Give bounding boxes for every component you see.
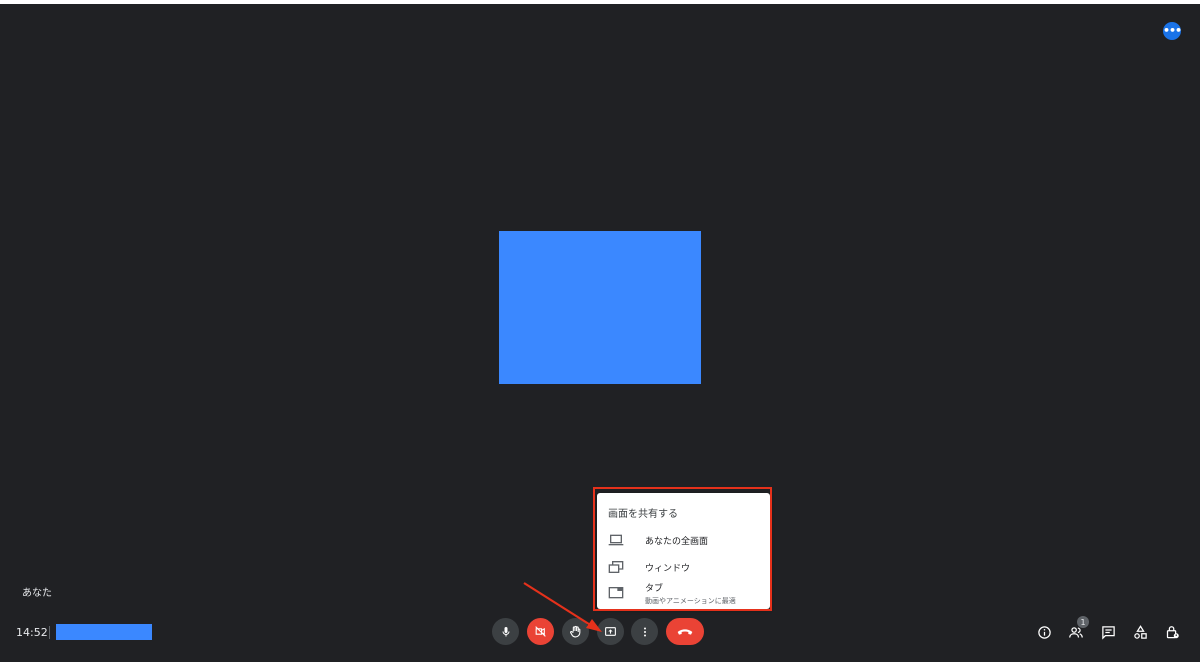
info-icon [1037,625,1051,639]
present-screen-button[interactable] [597,618,624,645]
meeting-code-redacted [56,624,152,640]
leave-call-button[interactable] [666,618,704,645]
meeting-time: 14:52 [16,626,48,639]
participant-name-label: あなた [22,588,52,599]
host-controls-button[interactable] [1162,622,1182,642]
camera-off-icon [535,626,546,637]
chat-button[interactable] [1098,622,1118,642]
activities-button[interactable] [1130,622,1150,642]
microphone-icon [502,626,509,636]
shapes-icon [1133,624,1147,639]
people-count-badge: 1 [1077,616,1089,628]
present-screen-icon [605,627,616,636]
hang-up-icon [677,628,693,635]
meeting-details-button[interactable] [1034,622,1054,642]
raise-hand-button[interactable] [562,618,589,645]
chat-icon [1101,625,1115,640]
more-actions-button[interactable] [631,618,658,645]
footer-divider [49,626,50,639]
highlight-annotation-box [593,487,772,611]
lock-person-icon [1166,626,1179,639]
camera-off-button[interactable] [527,618,554,645]
more-options-icon[interactable]: ••• [1163,22,1182,40]
vertical-dots-icon [643,627,646,636]
participant-video-tile [499,231,701,384]
hand-icon [570,625,581,638]
microphone-button[interactable] [492,618,519,645]
